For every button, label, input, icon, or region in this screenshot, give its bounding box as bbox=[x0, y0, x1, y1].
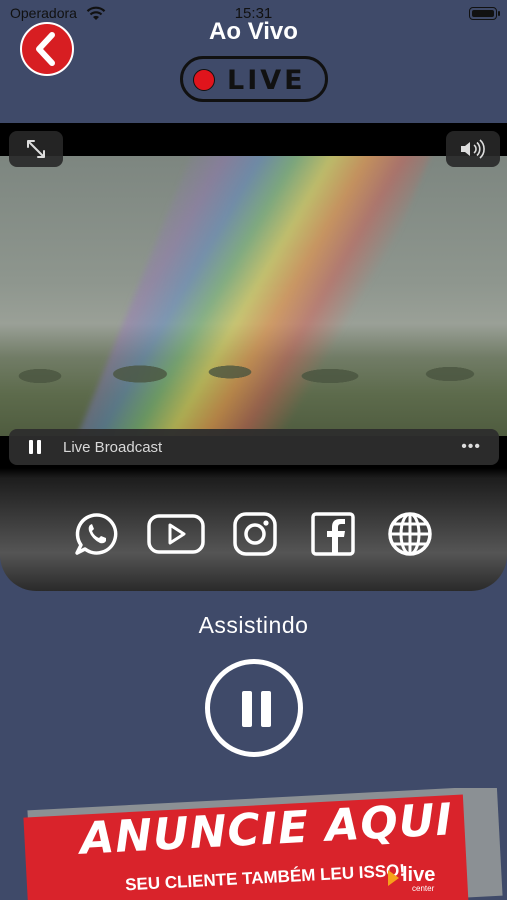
pause-button[interactable] bbox=[205, 659, 303, 757]
globe-icon[interactable] bbox=[385, 509, 435, 559]
live-badge-label: LIVE bbox=[227, 65, 306, 96]
speaker-icon bbox=[461, 139, 485, 159]
expand-button[interactable] bbox=[9, 131, 63, 167]
pause-icon[interactable] bbox=[29, 440, 41, 454]
whatsapp-icon[interactable] bbox=[72, 509, 122, 559]
live-dot-icon bbox=[193, 69, 215, 91]
live-badge: LIVE bbox=[180, 56, 328, 102]
instagram-icon[interactable] bbox=[230, 509, 280, 559]
broadcast-label: Live Broadcast bbox=[63, 439, 163, 456]
ad-logo-subtext: center bbox=[412, 884, 435, 893]
social-links bbox=[0, 509, 507, 559]
facebook-icon[interactable] bbox=[308, 509, 358, 559]
ad-banner[interactable]: ANUNCIE AQUI SEU CLIENTE TAMBÉM LEU ISSO… bbox=[0, 788, 507, 900]
pause-icon-bar bbox=[261, 691, 271, 727]
play-logo-icon bbox=[388, 870, 399, 886]
video-player: Live Broadcast ••• bbox=[0, 123, 507, 591]
pause-icon bbox=[242, 691, 252, 727]
playback-status: Assistindo bbox=[198, 612, 309, 638]
livecenter-logo: live center bbox=[388, 864, 448, 894]
player-control-bar: Live Broadcast ••• bbox=[9, 429, 499, 465]
more-options-icon[interactable]: ••• bbox=[461, 438, 481, 456]
landscape-image bbox=[0, 356, 507, 396]
expand-icon bbox=[27, 140, 45, 158]
youtube-icon[interactable] bbox=[146, 509, 206, 559]
video-frame[interactable] bbox=[0, 156, 507, 436]
volume-button[interactable] bbox=[446, 131, 500, 167]
page-title: Ao Vivo bbox=[209, 18, 298, 45]
